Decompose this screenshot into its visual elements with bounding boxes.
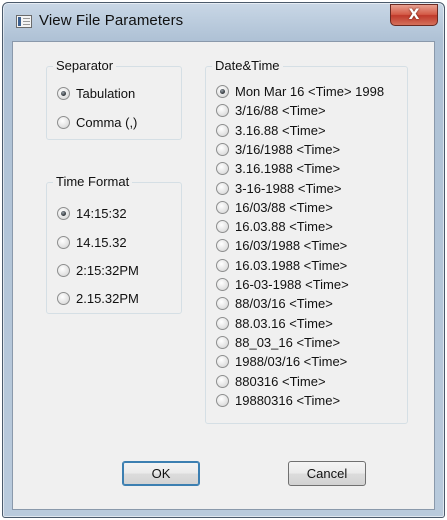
radio-label: 16/03/88 <Time> [235, 200, 333, 215]
radio-label: 16-03-1988 <Time> [235, 277, 349, 292]
radio-label: 19880316 <Time> [235, 393, 341, 408]
radio-button[interactable] [216, 85, 229, 98]
date-time-option[interactable]: 88.03.16 <Time> [216, 316, 333, 331]
radio-label: 2.15.32PM [76, 291, 139, 306]
radio-label: 3/16/1988 <Time> [235, 142, 341, 157]
radio-button[interactable] [216, 201, 229, 214]
radio-button[interactable] [216, 162, 229, 175]
radio-label: 14.15.32 [76, 235, 127, 250]
radio-button[interactable] [216, 124, 229, 137]
app-icon[interactable] [16, 15, 32, 28]
time-format-option-colon-12h[interactable]: 2:15:32PM [57, 263, 139, 278]
radio-button[interactable] [216, 394, 229, 407]
radio-label: Comma (,) [76, 115, 138, 130]
radio-label: 16/03/1988 <Time> [235, 238, 348, 253]
radio-label: 88_03_16 <Time> [235, 335, 341, 350]
date-time-option[interactable]: 1988/03/16 <Time> [216, 354, 347, 369]
time-format-option-dot-12h[interactable]: 2.15.32PM [57, 291, 139, 306]
radio-button[interactable] [57, 87, 70, 100]
time-format-legend: Time Format [53, 174, 133, 189]
separator-group: Separator Tabulation Comma (,) [46, 58, 182, 140]
radio-label: 3/16/88 <Time> [235, 103, 326, 118]
radio-button[interactable] [57, 236, 70, 249]
date-time-option[interactable]: 88_03_16 <Time> [216, 335, 340, 350]
radio-label: 3.16.1988 <Time> [235, 161, 341, 176]
radio-button[interactable] [216, 143, 229, 156]
date-time-option[interactable]: 16.03.88 <Time> [216, 219, 333, 234]
close-button[interactable]: X [390, 4, 438, 26]
time-format-option-colon-24h[interactable]: 14:15:32 [57, 206, 127, 221]
date-time-option[interactable]: 88/03/16 <Time> [216, 296, 333, 311]
date-time-legend: Date&Time [212, 58, 283, 73]
radio-button[interactable] [216, 104, 229, 117]
window-title: View File Parameters [39, 12, 184, 29]
radio-label: 88.03.16 <Time> [235, 316, 333, 331]
radio-button[interactable] [216, 355, 229, 368]
radio-label: 3.16.88 <Time> [235, 123, 326, 138]
radio-label: 16.03.88 <Time> [235, 219, 333, 234]
time-format-option-dot-24h[interactable]: 14.15.32 [57, 235, 127, 250]
radio-button[interactable] [216, 278, 229, 291]
radio-button[interactable] [57, 264, 70, 277]
radio-button[interactable] [216, 220, 229, 233]
date-time-option[interactable]: 3.16.1988 <Time> [216, 161, 340, 176]
radio-label: 1988/03/16 <Time> [235, 354, 348, 369]
radio-label: 3-16-1988 <Time> [235, 181, 342, 196]
radio-button[interactable] [216, 239, 229, 252]
radio-button[interactable] [216, 259, 229, 272]
dialog-window: View File Parameters X Separator Tabulat… [2, 2, 445, 518]
radio-button[interactable] [216, 297, 229, 310]
radio-button[interactable] [57, 207, 70, 220]
date-time-option[interactable]: 16/03/88 <Time> [216, 200, 333, 215]
date-time-option[interactable]: 3/16/88 <Time> [216, 103, 326, 118]
radio-label: 14:15:32 [76, 206, 127, 221]
separator-option-comma[interactable]: Comma (,) [57, 115, 137, 130]
radio-label: 88/03/16 <Time> [235, 296, 333, 311]
date-time-option[interactable]: 880316 <Time> [216, 374, 326, 389]
date-time-option[interactable]: 19880316 <Time> [216, 393, 340, 408]
date-time-option[interactable]: 16/03/1988 <Time> [216, 238, 347, 253]
date-time-option[interactable]: 16-03-1988 <Time> [216, 277, 349, 292]
time-format-group: Time Format 14:15:32 14.15.32 2:15:32PM … [46, 174, 182, 314]
date-time-option[interactable]: 3/16/1988 <Time> [216, 142, 340, 157]
date-time-group: Date&Time Mon Mar 16 <Time> 1998 3/16/88 … [205, 58, 408, 424]
date-time-option[interactable]: 16.03.1988 <Time> [216, 258, 347, 273]
radio-button[interactable] [57, 116, 70, 129]
radio-button[interactable] [216, 375, 229, 388]
radio-button[interactable] [216, 336, 229, 349]
date-time-option[interactable]: 3.16.88 <Time> [216, 123, 326, 138]
cancel-button[interactable]: Cancel [288, 461, 366, 486]
dialog-body: Separator Tabulation Comma (,) Time Form… [12, 41, 435, 510]
radio-button[interactable] [216, 317, 229, 330]
radio-label: Mon Mar 16 <Time> 1998 [235, 84, 385, 99]
radio-label: 880316 <Time> [235, 374, 326, 389]
title-bar[interactable]: View File Parameters X [3, 3, 444, 41]
separator-option-tabulation[interactable]: Tabulation [57, 86, 135, 101]
separator-legend: Separator [53, 58, 117, 73]
radio-button[interactable] [216, 182, 229, 195]
radio-label: 2:15:32PM [76, 263, 139, 278]
radio-label: 16.03.1988 <Time> [235, 258, 348, 273]
radio-label: Tabulation [76, 86, 136, 101]
date-time-option[interactable]: Mon Mar 16 <Time> 1998 [216, 84, 384, 99]
ok-button[interactable]: OK [122, 461, 200, 486]
date-time-option[interactable]: 3-16-1988 <Time> [216, 181, 341, 196]
radio-button[interactable] [57, 292, 70, 305]
